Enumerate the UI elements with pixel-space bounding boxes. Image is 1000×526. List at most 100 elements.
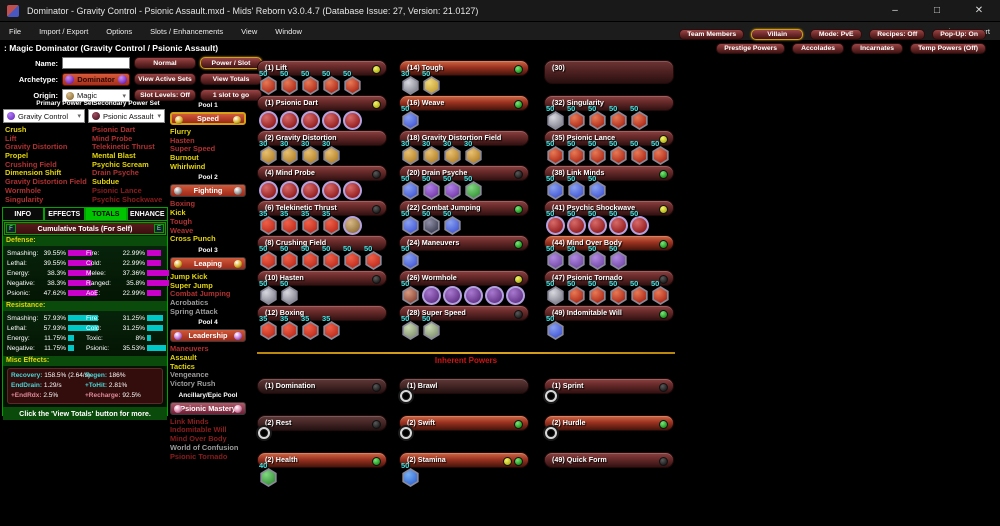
top-button-prestige-powers[interactable]: Prestige Powers: [716, 43, 786, 54]
menu-slots-enhancements[interactable]: Slots / Enhancements: [141, 22, 232, 40]
enhancement-slot[interactable]: 50: [401, 279, 422, 305]
enhancement-slot[interactable]: 50: [259, 69, 280, 95]
enhancement-slot[interactable]: 50: [280, 69, 301, 95]
enhancement-slot[interactable]: [301, 178, 322, 200]
enhancement-slot[interactable]: 50: [546, 104, 567, 130]
top-button-pop-up-on[interactable]: Pop-Up: On: [932, 29, 986, 40]
pool-power-item[interactable]: Victory Rush: [170, 379, 246, 389]
menu-view[interactable]: View: [232, 22, 266, 40]
power-bar[interactable]: (2) Rest: [257, 415, 387, 431]
name-input[interactable]: [62, 57, 130, 69]
enhancement-slot[interactable]: [259, 178, 280, 200]
enhancement-slot[interactable]: 50: [422, 314, 443, 340]
enhancement-slot[interactable]: 50: [588, 174, 609, 200]
enhancement-slot[interactable]: 50: [651, 139, 672, 165]
enhancement-slot[interactable]: 50: [422, 174, 443, 200]
enhancement-slot[interactable]: 50: [609, 104, 630, 130]
enhancement-slot[interactable]: 50: [401, 461, 422, 487]
power-bar[interactable]: (2) Hurdle: [544, 415, 674, 431]
enhancement-slot[interactable]: 50: [567, 209, 588, 235]
enhancement-slot[interactable]: 50: [546, 244, 567, 270]
enhancement-slot[interactable]: 35: [280, 209, 301, 235]
enhancement-slot[interactable]: [343, 178, 364, 200]
enhancement-slot[interactable]: 50: [609, 244, 630, 270]
enhancement-slot[interactable]: 50: [630, 279, 651, 305]
secondary-set-dropdown[interactable]: Psionic Assault ▾: [88, 109, 165, 123]
form-button-view-active-sets[interactable]: View Active Sets: [134, 73, 196, 85]
enhancement-slot[interactable]: 50: [343, 69, 364, 95]
enhancement-slot[interactable]: 50: [546, 209, 567, 235]
enhancement-slot[interactable]: 50: [401, 174, 422, 200]
enhancement-slot[interactable]: 50: [567, 174, 588, 200]
enhancement-slot[interactable]: 50: [401, 209, 422, 235]
top-button-mode-pve[interactable]: Mode: PvE: [810, 29, 863, 40]
enhancement-slot[interactable]: 30: [401, 69, 422, 95]
top-button-team-members[interactable]: Team Members: [679, 29, 745, 40]
enhancement-slot[interactable]: 50: [609, 139, 630, 165]
enhancement-slot[interactable]: 50: [422, 69, 443, 95]
menu-file[interactable]: File: [0, 22, 30, 40]
enhancement-slot[interactable]: 35: [259, 314, 280, 340]
enhancement-slot[interactable]: 50: [280, 244, 301, 270]
enhancement-slot[interactable]: 50: [630, 139, 651, 165]
enhancement-slot[interactable]: 50: [401, 104, 422, 130]
enhancement-slot[interactable]: 50: [630, 104, 651, 130]
close-button[interactable]: ✕: [958, 0, 1000, 22]
enhancement-slot[interactable]: 35: [322, 209, 343, 235]
archetype-selector[interactable]: Dominator: [62, 73, 130, 86]
enhancement-slot[interactable]: [343, 213, 364, 235]
top-button-recipes-off[interactable]: Recipes: Off: [869, 29, 926, 40]
powerset-item[interactable]: Crush: [5, 125, 91, 135]
pool-button-leaping[interactable]: Leaping: [170, 256, 246, 270]
maximize-button[interactable]: □: [916, 0, 958, 22]
pool-power-item[interactable]: Cross Punch: [170, 234, 246, 244]
enhancement-slot[interactable]: 50: [401, 244, 422, 270]
tab-enhance[interactable]: ENHANCE: [126, 207, 168, 220]
enhancement-slot[interactable]: 50: [364, 244, 385, 270]
pool-power-item[interactable]: Spring Attack: [170, 307, 246, 317]
enhancement-slot[interactable]: 50: [588, 279, 609, 305]
pool-button-speed[interactable]: Speed: [170, 112, 246, 125]
enhancement-slot[interactable]: 50: [301, 69, 322, 95]
enhancement-slot[interactable]: 35: [280, 314, 301, 340]
menu-window[interactable]: Window: [266, 22, 311, 40]
enhancement-slot[interactable]: [322, 178, 343, 200]
enhancement-slot[interactable]: 50: [259, 244, 280, 270]
enhancement-slot[interactable]: 50: [280, 279, 301, 305]
enhancement-slot[interactable]: [422, 283, 443, 305]
enhancement-slot[interactable]: [343, 108, 364, 130]
enhancement-slot[interactable]: 50: [588, 104, 609, 130]
enhancement-slot[interactable]: 35: [301, 314, 322, 340]
top-button-villain[interactable]: Villain: [751, 29, 804, 40]
empty-slot-ring[interactable]: [545, 427, 557, 439]
enhancement-slot[interactable]: 35: [301, 209, 322, 235]
form-button-normal[interactable]: Normal: [134, 57, 196, 69]
power-bar[interactable]: (1) Brawl: [399, 378, 529, 394]
enhancement-slot[interactable]: 30: [443, 139, 464, 165]
pool-power-item[interactable]: Whirlwind: [170, 162, 246, 172]
enhancement-slot[interactable]: 30: [401, 139, 422, 165]
power-bar[interactable]: (49) Quick Form: [544, 452, 674, 468]
enhancement-slot[interactable]: 50: [588, 244, 609, 270]
enhancement-slot[interactable]: 50: [546, 174, 567, 200]
enhancement-slot[interactable]: 50: [546, 279, 567, 305]
totals-expand-button[interactable]: E: [154, 224, 164, 233]
power-bar[interactable]: (30): [544, 60, 674, 84]
pool-button-psionic-mastery[interactable]: Psionic Mastery: [170, 401, 246, 415]
enhancement-slot[interactable]: 50: [588, 139, 609, 165]
empty-slot-ring[interactable]: [400, 427, 412, 439]
enhancement-slot[interactable]: 50: [443, 209, 464, 235]
totals-float-button[interactable]: F: [6, 224, 16, 233]
enhancement-slot[interactable]: [280, 108, 301, 130]
enhancement-slot[interactable]: 50: [464, 174, 485, 200]
top-button-incarnates[interactable]: Incarnates: [851, 43, 904, 54]
enhancement-slot[interactable]: 40: [259, 461, 280, 487]
enhancement-slot[interactable]: 50: [422, 209, 443, 235]
enhancement-slot[interactable]: 35: [259, 209, 280, 235]
enhancement-slot[interactable]: 50: [630, 209, 651, 235]
enhancement-slot[interactable]: 30: [301, 139, 322, 165]
powerset-item[interactable]: Psychic Shockwave: [92, 195, 178, 205]
enhancement-slot[interactable]: 50: [567, 104, 588, 130]
empty-slot-ring[interactable]: [258, 427, 270, 439]
enhancement-slot[interactable]: 50: [322, 244, 343, 270]
